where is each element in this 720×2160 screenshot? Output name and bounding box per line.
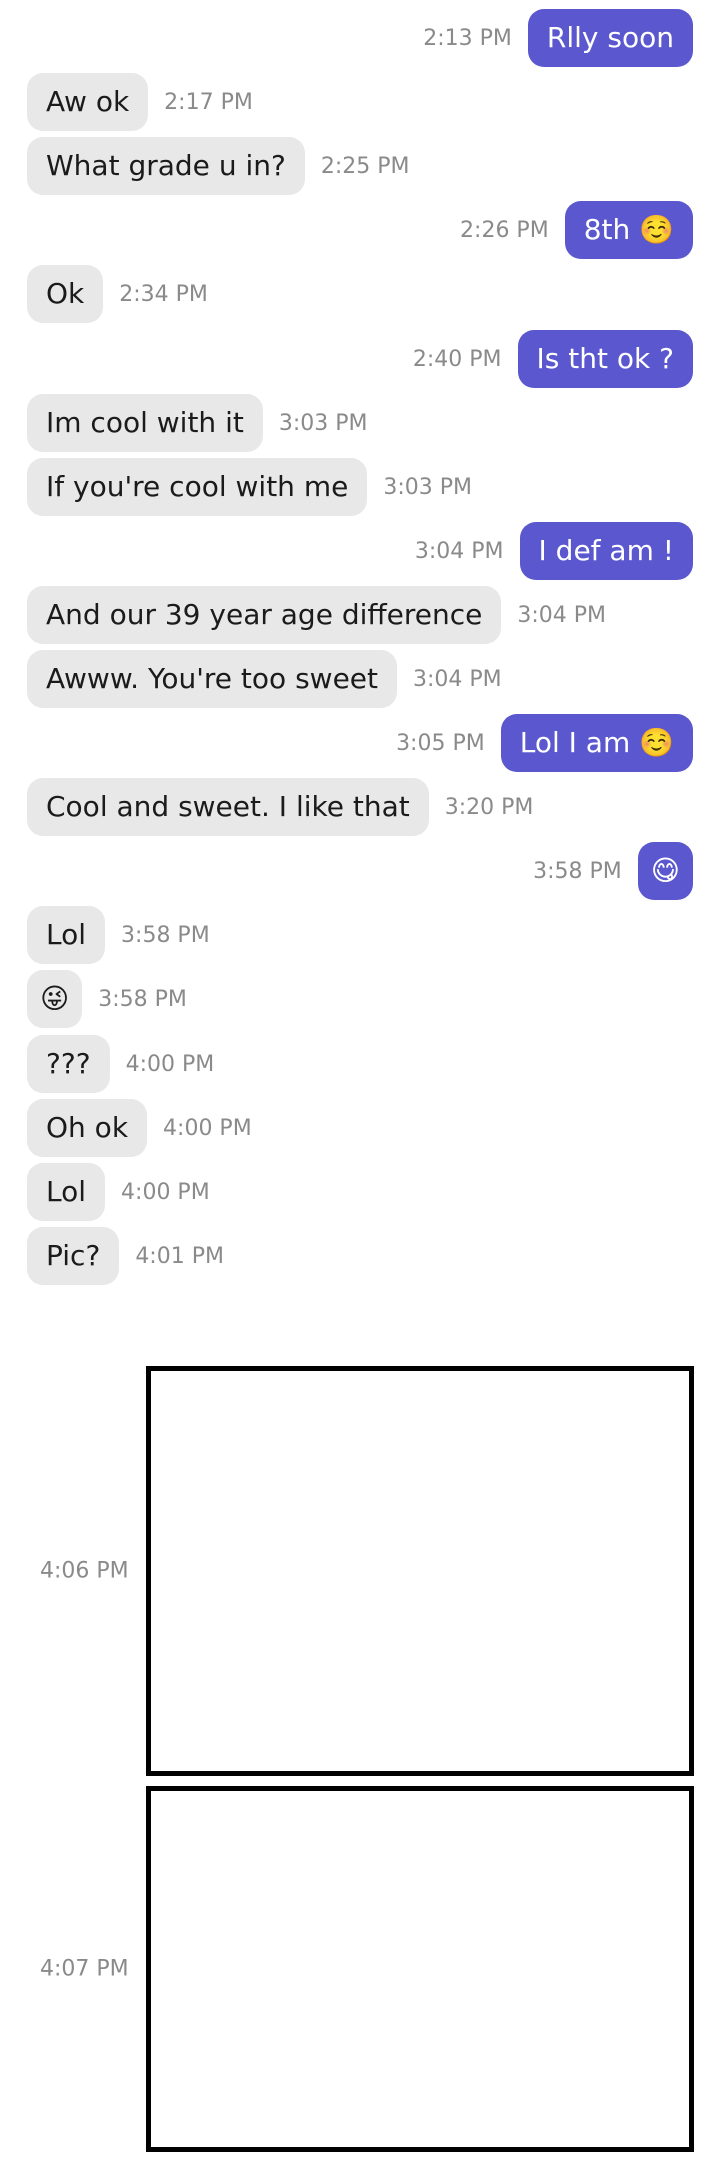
incoming-message-row: Ok 2:34 PM — [0, 265, 720, 323]
message-timestamp: 2:40 PM — [412, 346, 502, 372]
message-timestamp: 3:58 PM — [98, 986, 187, 1012]
incoming-message-bubble[interactable]: Pic? — [27, 1227, 120, 1285]
incoming-message-row: Pic? 4:01 PM — [0, 1227, 720, 1285]
image-attachment[interactable] — [146, 1786, 694, 2152]
message-timestamp: 4:00 PM — [163, 1115, 252, 1141]
incoming-message-bubble[interactable]: Lol — [27, 1163, 106, 1221]
chat-thread: 2:13 PM Rlly soon Aw ok 2:17 PM What grade u… — [0, 0, 720, 2160]
message-timestamp: 3:04 PM — [414, 538, 504, 564]
message-timestamp: 2:26 PM — [460, 217, 549, 243]
incoming-message-bubble[interactable]: Lol — [27, 906, 106, 964]
incoming-message-row: Oh ok 4:00 PM — [0, 1099, 720, 1157]
message-timestamp: 3:03 PM — [278, 410, 368, 436]
incoming-message-row: Aw ok 2:17 PM — [0, 73, 720, 131]
incoming-message-bubble[interactable]: What grade u in? — [27, 137, 305, 195]
message-timestamp: 2:13 PM — [423, 25, 512, 51]
outgoing-message-bubble[interactable]: Lol I am ☺️ — [500, 714, 693, 772]
outgoing-message-bubble[interactable]: I def am ! — [519, 522, 693, 580]
incoming-message-row: Lol 4:00 PM — [0, 1163, 720, 1221]
message-timestamp: 2:25 PM — [320, 153, 410, 179]
incoming-message-row: Awww. You're too sweet 3:04 PM — [0, 650, 720, 708]
message-timestamp: 3:03 PM — [383, 474, 472, 500]
incoming-message-bubble[interactable]: Oh ok — [27, 1099, 148, 1157]
message-timestamp: 3:58 PM — [533, 858, 622, 884]
incoming-message-row: Cool and sweet. I like that 3:20 PM — [0, 778, 720, 836]
incoming-message-bubble[interactable]: Im cool with it — [27, 394, 263, 452]
incoming-message-row: Im cool with it 3:03 PM — [0, 394, 720, 452]
message-timestamp: 3:58 PM — [121, 922, 210, 948]
incoming-message-row: And our 39 year age difference 3:04 PM — [0, 586, 720, 644]
incoming-message-bubble[interactable]: Awww. You're too sweet — [27, 650, 397, 708]
outgoing-message-row: 2:40 PM Is tht ok ? — [0, 330, 720, 388]
incoming-message-bubble[interactable]: Aw ok — [27, 73, 149, 131]
message-timestamp: 4:01 PM — [135, 1243, 224, 1269]
outgoing-message-row: 2:26 PM 8th ☺️ — [0, 201, 720, 259]
incoming-message-row: ??? 4:00 PM — [0, 1035, 720, 1093]
incoming-message-row: What grade u in? 2:25 PM — [0, 137, 720, 195]
outgoing-message-row: 2:13 PM Rlly soon — [0, 9, 720, 67]
incoming-message-row: 😜 3:58 PM — [0, 970, 720, 1028]
outgoing-message-bubble[interactable]: Is tht ok ? — [517, 330, 693, 388]
message-timestamp: 3:04 PM — [517, 602, 607, 628]
message-timestamp: 3:20 PM — [444, 794, 534, 820]
incoming-message-bubble[interactable]: If you're cool with me — [27, 458, 368, 516]
message-timestamp: 2:17 PM — [164, 89, 253, 115]
image-message-row: 4:06 PM — [0, 1366, 720, 1776]
message-timestamp: 3:04 PM — [413, 666, 502, 692]
message-timestamp: 3:05 PM — [396, 730, 485, 756]
outgoing-message-row: 3:04 PM I def am ! — [0, 522, 720, 580]
incoming-message-bubble[interactable]: And our 39 year age difference — [27, 586, 502, 644]
message-timestamp: 4:00 PM — [125, 1051, 215, 1077]
message-timestamp: 4:07 PM — [40, 1956, 129, 1982]
message-timestamp: 4:00 PM — [121, 1179, 210, 1205]
outgoing-message-row: 3:58 PM 😋 — [0, 842, 720, 900]
outgoing-message-bubble[interactable]: 8th ☺️ — [564, 201, 693, 259]
image-message-row: 4:07 PM — [0, 1786, 720, 2152]
message-timestamp: 2:34 PM — [119, 281, 208, 307]
incoming-message-row: Lol 3:58 PM — [0, 906, 720, 964]
outgoing-message-bubble[interactable]: 😋 — [637, 842, 693, 900]
incoming-message-bubble[interactable]: 😜 — [27, 970, 83, 1028]
outgoing-message-bubble[interactable]: Rlly soon — [527, 9, 693, 67]
incoming-message-bubble[interactable]: Ok — [27, 265, 104, 323]
incoming-message-row: If you're cool with me 3:03 PM — [0, 458, 720, 516]
incoming-message-bubble[interactable]: Cool and sweet. I like that — [27, 778, 429, 836]
outgoing-message-row: 3:05 PM Lol I am ☺️ — [0, 714, 720, 772]
message-timestamp: 4:06 PM — [40, 1558, 129, 1584]
image-attachment[interactable] — [146, 1366, 694, 1776]
incoming-message-bubble[interactable]: ??? — [27, 1035, 110, 1093]
